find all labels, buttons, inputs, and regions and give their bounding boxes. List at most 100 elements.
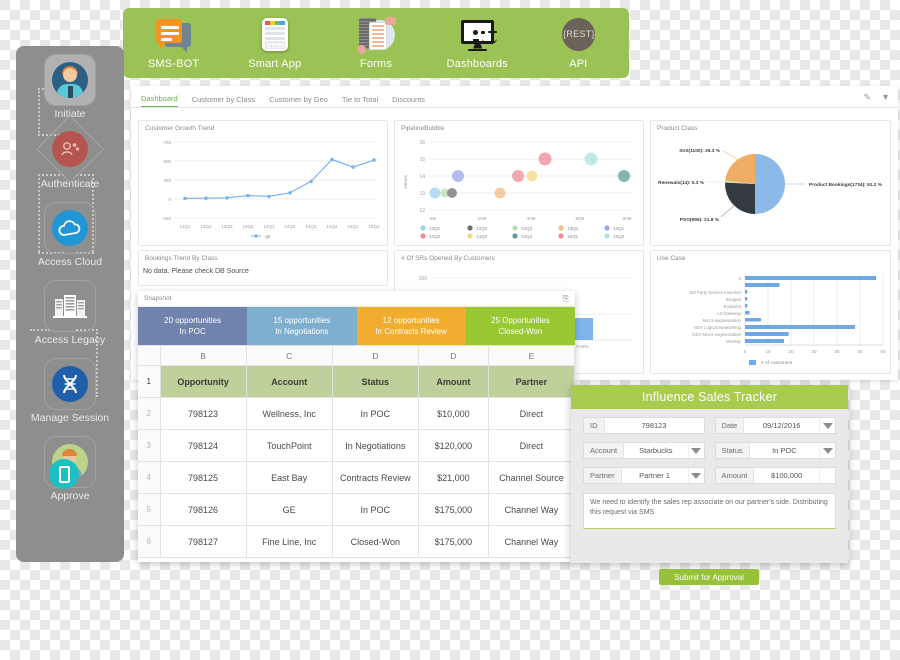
cell-partner[interactable]: Direct [487,397,576,430]
date-value[interactable]: 09/12/2016 [743,418,819,433]
svg-text:80M: 80M [623,216,632,221]
edit-icon[interactable]: ✎ [864,92,872,103]
workflow-step-initiate[interactable]: Initiate [16,54,124,120]
workflow-step-access-legacy[interactable]: Access Legacy [16,280,124,346]
cell-account[interactable]: GE [245,493,333,526]
submit-for-approval-button[interactable]: Submit for Approval [659,569,759,585]
cell-opportunity[interactable]: 798125 [159,461,247,494]
account-value[interactable]: Starbucks [623,443,688,458]
date-field[interactable]: Date 09/12/2016 [714,417,836,434]
status-field[interactable]: Status In POC [714,442,836,459]
tab-dashboard[interactable]: Dashboard [141,94,178,107]
cell-amount[interactable]: $175,000 [417,493,489,526]
chevron-down-icon[interactable] [687,468,704,483]
cell-opportunity[interactable]: 798123 [159,397,247,430]
column-letter-d2[interactable]: D [417,345,489,366]
tab-customer-by-class[interactable]: Customer by Class [192,95,255,107]
cell-amount[interactable]: $175,000 [417,525,489,558]
row-number[interactable]: 3 [138,429,161,462]
cell-status[interactable]: In Negotiations [331,429,419,462]
svg-text:0: 0 [739,276,742,281]
svg-text:14Q1: 14Q1 [613,226,625,231]
stage-name: In Negotiations [275,327,329,336]
column-letter-d[interactable]: D [331,345,419,366]
cell-status[interactable]: Closed-Won [331,525,419,558]
chevron-down-icon[interactable] [819,443,835,458]
svg-text:60: 60 [880,349,886,354]
cell-status[interactable]: In POC [331,397,419,430]
tab-tie-to-total[interactable]: Tie to Total [342,95,378,107]
table-row[interactable]: 6 798127 Fine Line, Inc Closed-Won $175,… [138,525,576,558]
cell-status[interactable]: In POC [331,493,419,526]
cell-status[interactable]: Contracts Review [331,461,419,494]
table-row[interactable]: 5 798126 GE In POC $175,000 Channel Way [138,493,576,526]
table-row[interactable]: 2 798123 Wellness, Inc In POC $10,000 Di… [138,397,576,430]
corner-cell[interactable] [138,345,161,366]
cell-amount[interactable]: $120,000 [417,429,489,462]
influence-sales-tracker-panel: Influence Sales Tracker ID 798123 Date 0… [571,385,848,563]
cell-partner[interactable]: Direct [487,429,576,462]
app-tile-sms-bot[interactable]: SMS-BOT [123,8,224,78]
stage-in-poc[interactable]: 20 opportunities In POC [138,307,248,345]
row-number[interactable]: 2 [138,397,161,430]
tab-discounts[interactable]: Discounts [392,95,425,107]
dashboard-toolbar: ✎ ▼ [864,92,890,103]
cell-opportunity[interactable]: 798126 [159,493,247,526]
table-row[interactable]: 4 798125 East Bay Contracts Review $21,0… [138,461,576,494]
cell-account[interactable]: Wellness, Inc [245,397,333,430]
row-number[interactable]: 1 [138,365,161,398]
workflow-step-authenticate[interactable]: Authenticate [16,115,124,190]
row-number[interactable]: 5 [138,493,161,526]
svg-text:3rd Party Service Insertion: 3rd Party Service Insertion [689,290,741,295]
app-tile-smart-app[interactable]: Smart App [224,8,325,78]
stage-in-negotiations[interactable]: 15 opportunities In Negotiations [247,307,357,345]
account-label: Account [590,446,618,455]
chevron-down-icon[interactable] [687,443,704,458]
workflow-step-manage-session[interactable]: Manage Session [16,358,124,424]
svg-text:250: 250 [163,178,171,183]
partner-value[interactable]: Partner 1 [620,468,688,483]
column-letter-c[interactable]: C [245,345,333,366]
cell-partner[interactable]: Channel Way [487,493,576,526]
cell-opportunity[interactable]: 798127 [159,525,247,558]
app-tile-api[interactable]: {REST} API [528,8,629,78]
stage-closed-won[interactable]: 25 Opportunities Closed-Won [465,307,575,345]
cell-opportunity[interactable]: 798124 [159,429,247,462]
tracker-title: Influence Sales Tracker [571,385,848,409]
workflow-panel: Initiate Authenticate Access Cloud Acces… [16,46,124,562]
stage-in-contracts-review[interactable]: 12 opportunities In Contracts Review [356,307,466,345]
column-letter-b[interactable]: B [159,345,247,366]
chart-title: Use Case [657,255,686,262]
cell-partner[interactable]: Channel Way [487,525,576,558]
cell-account[interactable]: Fine Line, Inc [245,525,333,558]
column-letter-e[interactable]: E [487,345,576,366]
app-tile-dashboards[interactable]: Dashboards [427,8,528,78]
account-field[interactable]: Account Starbucks [583,442,705,459]
row-number[interactable]: 6 [138,525,161,558]
cell-partner[interactable]: Channel Source [487,461,576,494]
status-value[interactable]: In POC [748,443,819,458]
workflow-step-label: Access Legacy [34,334,106,346]
cloud-icon [52,210,88,246]
notes-textarea[interactable]: We need to identify the sales rep associ… [583,493,836,529]
amount-field[interactable]: Amount $100,000 [714,467,836,484]
server-building-icon [52,288,88,324]
export-icon[interactable]: ⎘ [563,294,569,304]
chevron-down-icon[interactable] [819,418,835,433]
cell-amount[interactable]: $10,000 [417,397,489,430]
row-number[interactable]: 4 [138,461,161,494]
mobile-phone-icon [49,459,79,489]
filter-icon[interactable]: ▼ [881,92,890,103]
forms-icon [355,16,397,55]
cell-amount[interactable]: $21,000 [417,461,489,494]
table-row[interactable]: 3 798124 TouchPoint In Negotiations $120… [138,429,576,462]
workflow-step-approve[interactable]: Approve [16,436,124,502]
cell-account[interactable]: East Bay [245,461,333,494]
partner-field[interactable]: Partner Partner 1 [583,467,705,484]
cell-account[interactable]: TouchPoint [245,429,333,462]
app-tile-label: Dashboards [446,57,508,70]
tab-customer-by-geo[interactable]: Customer by Geo [269,95,328,107]
amount-value[interactable]: $100,000 [753,468,819,483]
workflow-step-access-cloud[interactable]: Access Cloud [16,202,124,268]
app-tile-forms[interactable]: Forms [325,8,426,78]
